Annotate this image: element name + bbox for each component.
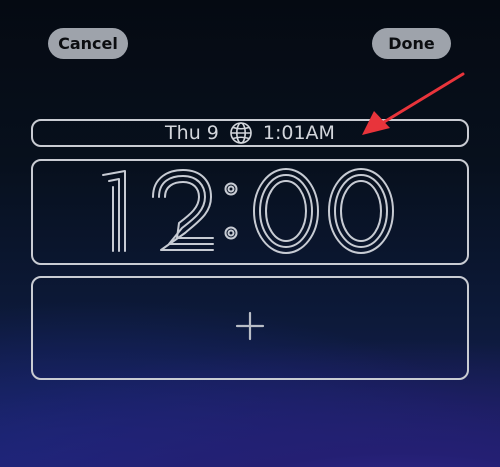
plus-icon	[234, 310, 266, 346]
world-clock-time: 1:01AM	[262, 122, 335, 144]
clock-digit-2	[152, 169, 214, 251]
clock-digit-1	[102, 170, 126, 252]
clock-colon	[224, 182, 238, 240]
date-label: Thu 9	[165, 122, 219, 144]
globe-icon	[229, 121, 253, 145]
cancel-button[interactable]: Cancel	[48, 28, 128, 59]
clock-digit-0-first	[253, 168, 319, 254]
date-widget[interactable]: Thu 9 1:01AM	[31, 119, 469, 147]
add-widget-area[interactable]	[31, 276, 469, 380]
clock-frame[interactable]: 12:00	[31, 159, 469, 265]
clock-digits	[102, 168, 394, 254]
done-button[interactable]: Done	[372, 28, 451, 59]
clock-digit-0-second	[328, 168, 394, 254]
